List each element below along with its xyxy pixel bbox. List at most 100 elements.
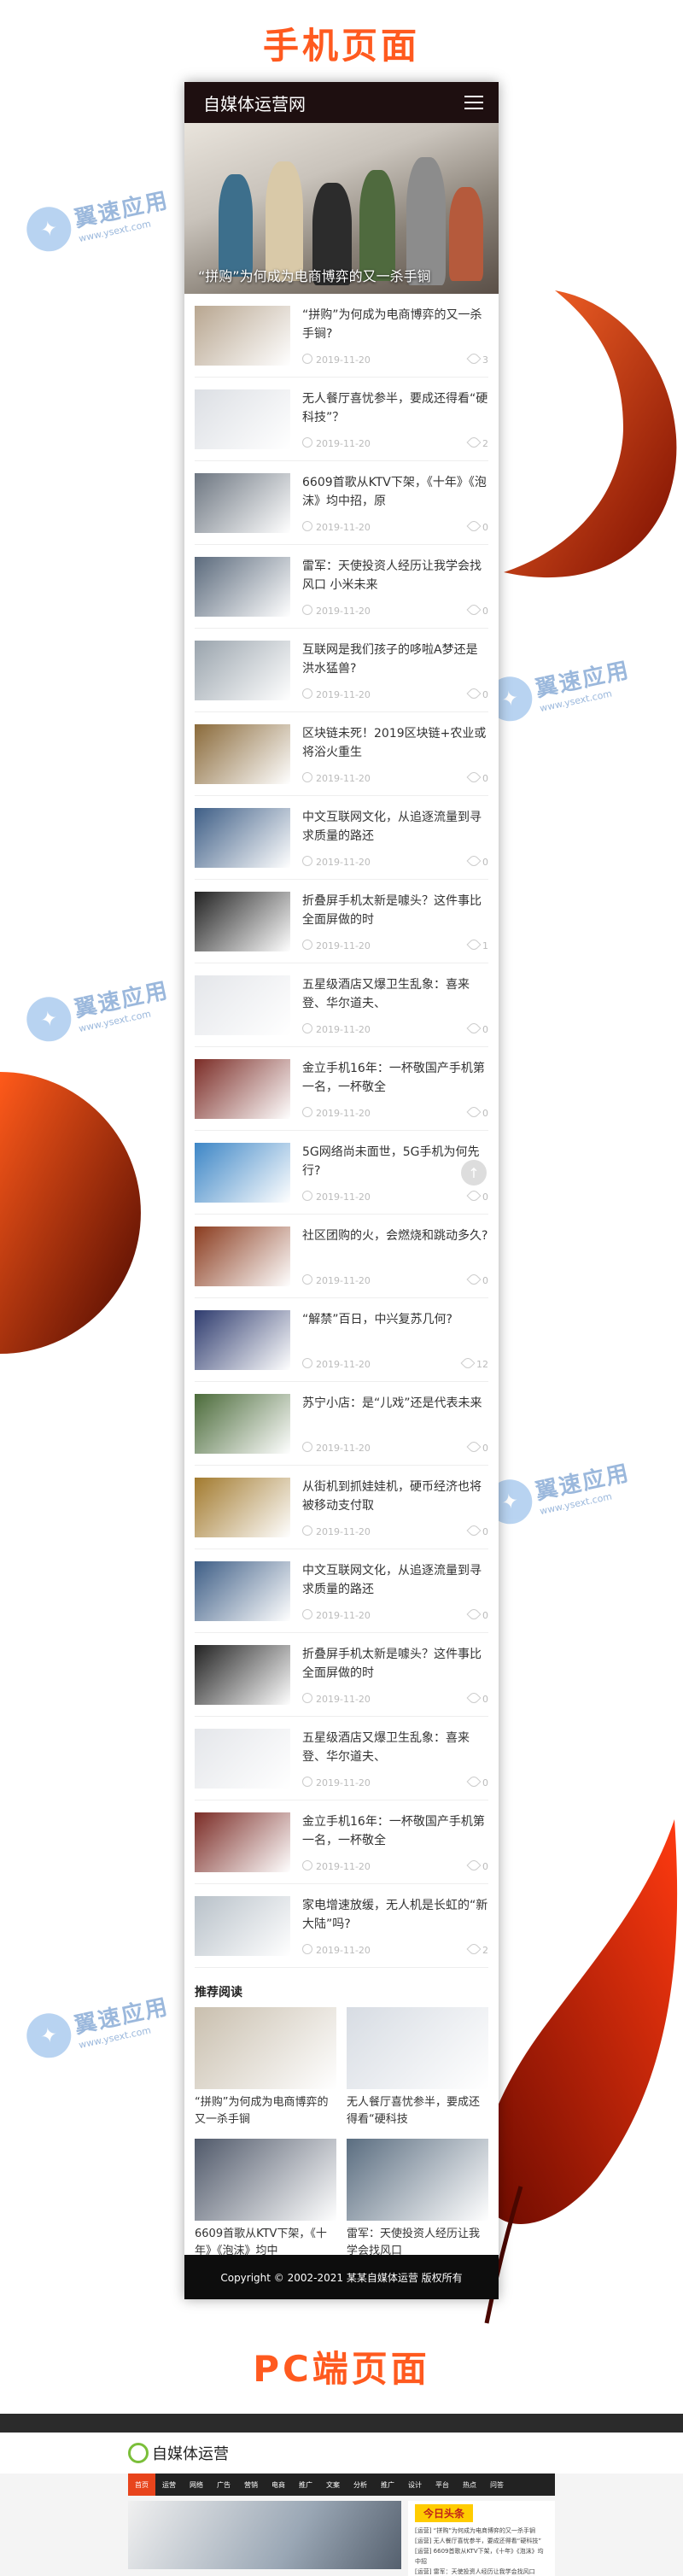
pc-headline-item[interactable]: [运营] 雷军：天使投资人经历让我学会找风口 [415,2567,548,2576]
article-thumbnail[interactable] [195,891,290,951]
pc-slideshow[interactable] [128,2501,401,2569]
article-title[interactable]: “拼购”为何成为电商博弈的又一杀手锏? [302,306,488,343]
pc-nav-item[interactable]: 设计 [401,2474,429,2496]
article-thumbnail[interactable] [195,305,290,366]
list-item[interactable]: 5G网络尚未面世，5G手机为何先行? 2019-11-20 0 [195,1131,488,1215]
pc-nav-item[interactable]: 文案 [319,2474,347,2496]
recommend-card[interactable]: 6609首歌从KTV下架，《十年》《泡沫》均中 [195,2139,336,2260]
article-thumbnail[interactable] [195,472,290,533]
pc-nav-item[interactable]: 运营 [155,2474,183,2496]
list-item[interactable]: 互联网是我们孩子的哆啦A梦还是洪水猛兽? 2019-11-20 0 [195,629,488,712]
pc-nav-item[interactable]: 推广 [374,2474,401,2496]
pc-nav-item[interactable]: 网络 [183,2474,210,2496]
menu-icon[interactable] [464,96,483,109]
recommend-image[interactable] [195,2007,336,2089]
list-item[interactable]: 中文互联网文化，从追逐流量到寻求质量的路还 2019-11-20 0 [195,796,488,880]
list-item[interactable]: 区块链未死！2019区块链+农业或将浴火重生 2019-11-20 0 [195,712,488,796]
list-item[interactable]: “拼购”为何成为电商博弈的又一杀手锏? 2019-11-20 3 [195,294,488,378]
list-item[interactable]: 折叠屏手机太新是噱头？这件事比全面屏做的时 2019-11-20 0 [195,1633,488,1717]
article-title[interactable]: 区块链未死！2019区块链+农业或将浴火重生 [302,724,488,762]
article-thumbnail[interactable] [195,1226,290,1286]
list-item[interactable]: 金立手机16年：一杯敬国产手机第一名，一杯敬全 2019-11-20 0 [195,1047,488,1131]
pc-headline-item[interactable]: [运营] 6609首歌从KTV下架，《十年》《泡沫》均中招 [415,2546,548,2567]
article-thumbnail[interactable] [195,807,290,868]
article-title[interactable]: 中文互联网文化，从追逐流量到寻求质量的路还 [302,1561,488,1599]
pc-nav-item[interactable]: 分析 [347,2474,374,2496]
list-item[interactable]: 6609首歌从KTV下架，《十年》《泡沫》均中招，原 2019-11-20 0 [195,461,488,545]
pc-nav-item[interactable]: 电商 [265,2474,292,2496]
article-thumbnail[interactable] [195,1058,290,1119]
article-thumbnail[interactable] [195,1560,290,1621]
recommend-title[interactable]: 无人餐厅喜忧参半，要成还得看“硬科技 [347,2094,488,2128]
list-item[interactable]: 五星级酒店又爆卫生乱象：喜来登、华尔道夫、 2019-11-20 0 [195,963,488,1047]
pc-nav-item[interactable]: 广告 [210,2474,237,2496]
recommend-image[interactable] [347,2007,488,2089]
recommend-card[interactable]: 雷军：天使投资人经历让我学会找风口 [347,2139,488,2260]
article-thumbnail[interactable] [195,1728,290,1789]
back-to-top-icon[interactable]: ↑ [461,1160,487,1186]
article-title[interactable]: 折叠屏手机太新是噱头？这件事比全面屏做的时 [302,892,488,929]
pc-nav-item[interactable]: 推广 [292,2474,319,2496]
list-item[interactable]: 从街机到抓娃娃机，硬币经济也将被移动支付取 2019-11-20 0 [195,1466,488,1549]
article-thumbnail[interactable] [195,1895,290,1956]
article-title[interactable]: 五星级酒店又爆卫生乱象：喜来登、华尔道夫、 [302,1729,488,1766]
article-thumbnail[interactable] [195,556,290,617]
recommend-image[interactable] [195,2139,336,2221]
article-meta: 2019-11-20 0 [302,1188,488,1203]
article-thumbnail[interactable] [195,1812,290,1872]
article-title[interactable]: 无人餐厅喜忧参半，要成还得看“硬科技”？ [302,389,488,427]
recommend-card[interactable]: “拼购”为何成为电商博弈的又一杀手锏 [195,2007,336,2128]
article-date: 2019-11-20 [302,1692,371,1705]
pc-nav-item[interactable]: 首页 [128,2474,155,2496]
pc-nav-item[interactable]: 营销 [237,2474,265,2496]
pc-nav-item[interactable]: 平台 [429,2474,456,2496]
pc-headline-item[interactable]: [运营] “拼购”为何成为电商博弈的又一杀手锏 [415,2526,548,2536]
list-item[interactable]: 无人餐厅喜忧参半，要成还得看“硬科技”？ 2019-11-20 2 [195,378,488,461]
article-thumbnail[interactable] [195,1142,290,1203]
article-title[interactable]: 金立手机16年：一杯敬国产手机第一名，一杯敬全 [302,1059,488,1097]
recommend-image[interactable] [347,2139,488,2221]
recommend-grid: “拼购”为何成为电商博弈的又一杀手锏 无人餐厅喜忧参半，要成还得看“硬科技 6609… [184,2007,499,2260]
list-item[interactable]: 家电增速放缓，无人机是长虹的“新大陆”吗? 2019-11-20 2 [195,1884,488,1968]
clock-icon [302,1441,312,1452]
article-body: 苏宁小店：是“儿戏”还是代表未来 2019-11-20 0 [302,1394,488,1454]
article-title[interactable]: 五星级酒店又爆卫生乱象：喜来登、华尔道夫、 [302,975,488,1013]
article-title[interactable]: 从街机到抓娃娃机，硬币经济也将被移动支付取 [302,1478,488,1515]
article-title[interactable]: 家电增速放缓，无人机是长虹的“新大陆”吗? [302,1896,488,1934]
list-item[interactable]: 五星级酒店又爆卫生乱象：喜来登、华尔道夫、 2019-11-20 0 [195,1717,488,1800]
mobile-page-heading: 手机页面 [262,25,420,67]
article-thumbnail[interactable] [195,640,290,700]
list-item[interactable]: 社区团购的火，会燃烧和跳动多久? 2019-11-20 0 [195,1215,488,1298]
pc-logo[interactable]: 自媒体运营 [152,2442,229,2464]
article-title[interactable]: 苏宁小店：是“儿戏”还是代表未来 [302,1394,488,1413]
article-thumbnail[interactable] [195,723,290,784]
article-thumbnail[interactable] [195,1644,290,1705]
list-item[interactable]: 金立手机16年：一杯敬国产手机第一名，一杯敬全 2019-11-20 0 [195,1800,488,1884]
pc-nav-item[interactable]: 问答 [483,2474,511,2496]
article-thumbnail[interactable] [195,975,290,1035]
hero-banner[interactable]: “拼购”为何成为电商博弈的又一杀手锏 [184,123,499,294]
list-item[interactable]: 中文互联网文化，从追逐流量到寻求质量的路还 2019-11-20 0 [195,1549,488,1633]
article-title[interactable]: 6609首歌从KTV下架，《十年》《泡沫》均中招，原 [302,473,488,511]
pc-nav-item[interactable]: 热点 [456,2474,483,2496]
hero-caption[interactable]: “拼购”为何成为电商博弈的又一杀手锏 [184,265,499,285]
article-title[interactable]: 折叠屏手机太新是噱头？这件事比全面屏做的时 [302,1645,488,1683]
list-item[interactable]: 折叠屏手机太新是噱头？这件事比全面屏做的时 2019-11-20 1 [195,880,488,963]
list-item[interactable]: “解禁”百日，中兴复苏几何? 2019-11-20 12 [195,1298,488,1382]
pc-headline-item[interactable]: [运营] 无人餐厅喜忧参半，要成还得看“硬科技” [415,2536,548,2546]
list-item[interactable]: 雷军：天使投资人经历让我学会找风口 小米未来 2019-11-20 0 [195,545,488,629]
article-title[interactable]: 中文互联网文化，从追逐流量到寻求质量的路还 [302,808,488,846]
article-title[interactable]: 金立手机16年：一杯敬国产手机第一名，一杯敬全 [302,1812,488,1850]
article-thumbnail[interactable] [195,1393,290,1454]
article-thumbnail[interactable] [195,1477,290,1537]
article-title[interactable]: 互联网是我们孩子的哆啦A梦还是洪水猛兽? [302,641,488,678]
article-thumbnail[interactable] [195,1309,290,1370]
recommend-title[interactable]: “拼购”为何成为电商博弈的又一杀手锏 [195,2094,336,2128]
article-thumbnail[interactable] [195,389,290,449]
article-title[interactable]: 雷军：天使投资人经历让我学会找风口 小米未来 [302,557,488,594]
site-brand[interactable]: 自媒体运营网 [203,91,306,115]
recommend-card[interactable]: 无人餐厅喜忧参半，要成还得看“硬科技 [347,2007,488,2128]
article-title[interactable]: “解禁”百日，中兴复苏几何? [302,1310,488,1329]
list-item[interactable]: 苏宁小店：是“儿戏”还是代表未来 2019-11-20 0 [195,1382,488,1466]
article-title[interactable]: 社区团购的火，会燃烧和跳动多久? [302,1227,488,1245]
